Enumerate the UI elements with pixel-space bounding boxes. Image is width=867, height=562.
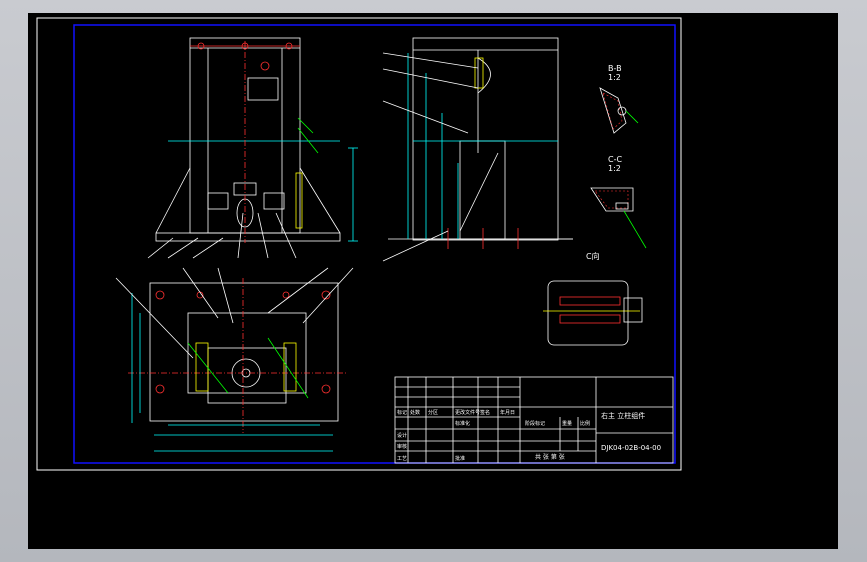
front-view: [147, 37, 358, 259]
tb-weight-label: 重量: [562, 420, 572, 427]
tb-count-label: 处数: [410, 409, 420, 416]
tb-part-name: 右主 立柱组件: [601, 411, 645, 420]
tb-mark-label: 标记: [397, 409, 407, 416]
engineering-drawing: B-B 1:2 C-C 1:2 C向 标记 处数 分区 更改文件号 签名 年月日…: [36, 17, 682, 471]
section-bb: B-B 1:2: [599, 64, 639, 134]
drawing-viewport[interactable]: B-B 1:2 C-C 1:2 C向 标记 处数 分区 更改文件号 签名 年月日…: [28, 13, 838, 549]
section-bb-scale: 1:2: [608, 73, 621, 82]
tb-design-label: 设计: [397, 432, 407, 439]
tb-review-label: 审核: [397, 443, 407, 450]
top-view: [115, 267, 354, 452]
tb-sheet-label: 共 张 第 张: [535, 453, 565, 461]
tb-date-label: 年月日: [500, 409, 515, 416]
section-bb-label: B-B: [608, 64, 622, 73]
tb-standard-label: 标准化: [455, 420, 470, 427]
c-view: C向: [543, 251, 643, 346]
tb-scale-label: 比例: [580, 420, 590, 427]
section-cc-label: C-C: [608, 155, 622, 164]
section-cc: C-C 1:2: [590, 155, 647, 249]
sheet-inner-border: [73, 24, 676, 464]
tb-drawing-number: DJK04-02B-04-00: [601, 444, 661, 452]
cad-window: B-B 1:2 C-C 1:2 C向 标记 处数 分区 更改文件号 签名 年月日…: [0, 0, 867, 562]
c-view-label: C向: [586, 251, 600, 261]
tb-approve-label: 批准: [455, 455, 465, 462]
tb-zone-label: 分区: [428, 409, 438, 416]
tb-stage-label: 阶段标记: [525, 420, 545, 427]
section-cc-scale: 1:2: [608, 164, 621, 173]
tb-sign-label: 签名: [480, 409, 490, 416]
sheet-outer-frame: [36, 17, 682, 471]
side-view: [382, 37, 573, 262]
tb-process-label: 工艺: [397, 456, 407, 462]
tb-change-label: 更改文件号: [455, 409, 480, 416]
